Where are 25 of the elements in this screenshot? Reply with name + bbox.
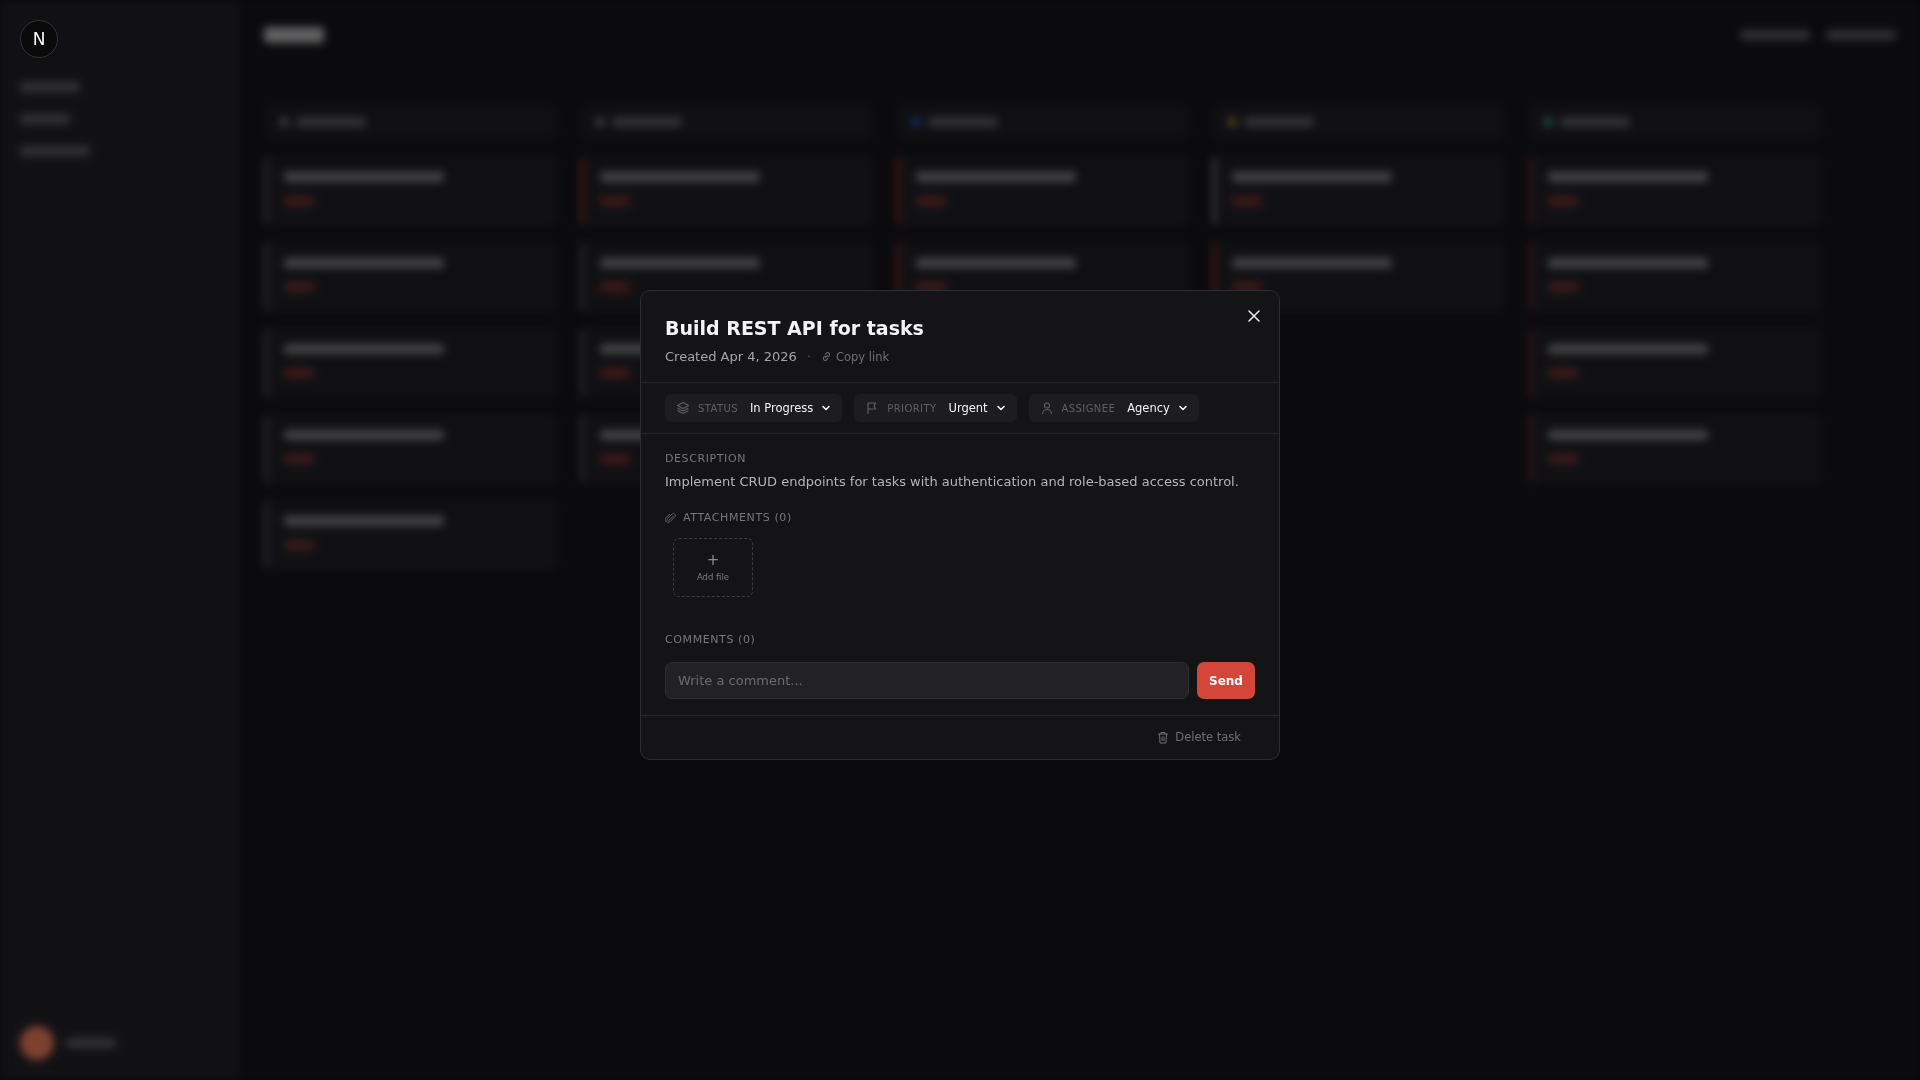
close-icon[interactable]: [1245, 307, 1263, 325]
field-dropdown[interactable]: STATUS In Progress: [665, 394, 843, 422]
task-title: Build REST API for tasks: [665, 317, 925, 339]
created-date: Created Apr 4, 2026: [665, 349, 797, 364]
section-heading: COMMENTS (0): [665, 633, 757, 646]
caret-icon: [821, 403, 832, 413]
separator-dot: ·: [806, 349, 811, 364]
comment-input[interactable]: Write a comment...: [665, 662, 1189, 699]
task-description: Implement CRUD endpoints for tasks with authentication and role-based access control.: [665, 474, 1240, 489]
layers-icon: [676, 401, 690, 415]
logo-badge[interactable]: N: [20, 20, 58, 58]
copy-link[interactable]: Copy link: [820, 349, 890, 364]
caret-icon: [995, 403, 1006, 413]
section-heading: ATTACHMENTS (0): [683, 511, 792, 524]
field-dropdown[interactable]: PRIORITY Urgent: [854, 394, 1017, 422]
caret-icon: [1177, 403, 1188, 413]
section-heading: DESCRIPTION: [665, 452, 748, 465]
paperclip-icon: [665, 511, 677, 524]
delete-task-button[interactable]: Delete task: [1151, 729, 1247, 745]
add-file-button[interactable]: + Add file: [673, 538, 753, 597]
link-icon: [820, 351, 832, 362]
person-icon: [1039, 401, 1054, 415]
trash-icon: [1157, 730, 1170, 744]
send-button[interactable]: Send: [1197, 662, 1255, 699]
field-dropdown[interactable]: ASSIGNEE Agency: [1028, 394, 1199, 422]
